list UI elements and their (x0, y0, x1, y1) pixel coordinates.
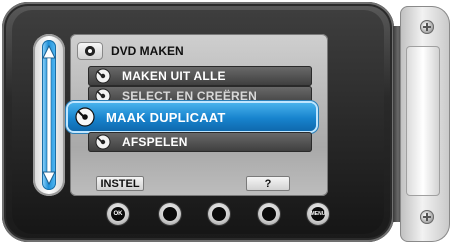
button-core (262, 207, 276, 221)
menu-item-maken-uit-alle[interactable]: MAKEN UIT ALLE (88, 66, 312, 86)
help-button[interactable]: ? (246, 176, 290, 191)
screw-icon (420, 20, 434, 34)
menu-item-label: SELECT. EN CREËREN (122, 89, 257, 103)
up-down-arrows-icon (42, 44, 56, 186)
menu-button[interactable]: MENU (307, 203, 329, 225)
menu-title: DVD MAKEN (111, 44, 184, 58)
scroll-slider[interactable] (33, 34, 65, 196)
disc-icon (77, 42, 103, 60)
menu-title-row: DVD MAKEN (77, 40, 315, 62)
menu-item-label: MAKEN UIT ALLE (122, 69, 226, 83)
menu-item-label: MAAK DUPLICAAT (106, 109, 226, 125)
hardware-button-2[interactable] (159, 203, 181, 225)
menu-item-afspelen[interactable]: AFSPELEN (88, 132, 312, 152)
side-panel-notch (406, 46, 440, 196)
disc-play-icon (92, 133, 114, 151)
hardware-button-3[interactable] (208, 203, 230, 225)
ok-button[interactable]: OK (107, 203, 129, 225)
disc-copy-icon (72, 106, 98, 128)
set-button[interactable]: INSTEL (96, 176, 144, 191)
menu-item-label: AFSPELEN (122, 135, 188, 149)
ok-button-label: OK (111, 207, 125, 221)
button-core (212, 207, 226, 221)
menu-button-label: MENU (311, 207, 325, 221)
slider-track[interactable] (42, 40, 56, 190)
screw-icon (420, 210, 434, 224)
button-core (163, 207, 177, 221)
hardware-button-4[interactable] (258, 203, 280, 225)
disc-copy-icon (92, 67, 114, 85)
menu-item-maak-duplicaat[interactable]: MAAK DUPLICAAT (68, 103, 316, 131)
camcorder-side-panel (400, 6, 450, 242)
